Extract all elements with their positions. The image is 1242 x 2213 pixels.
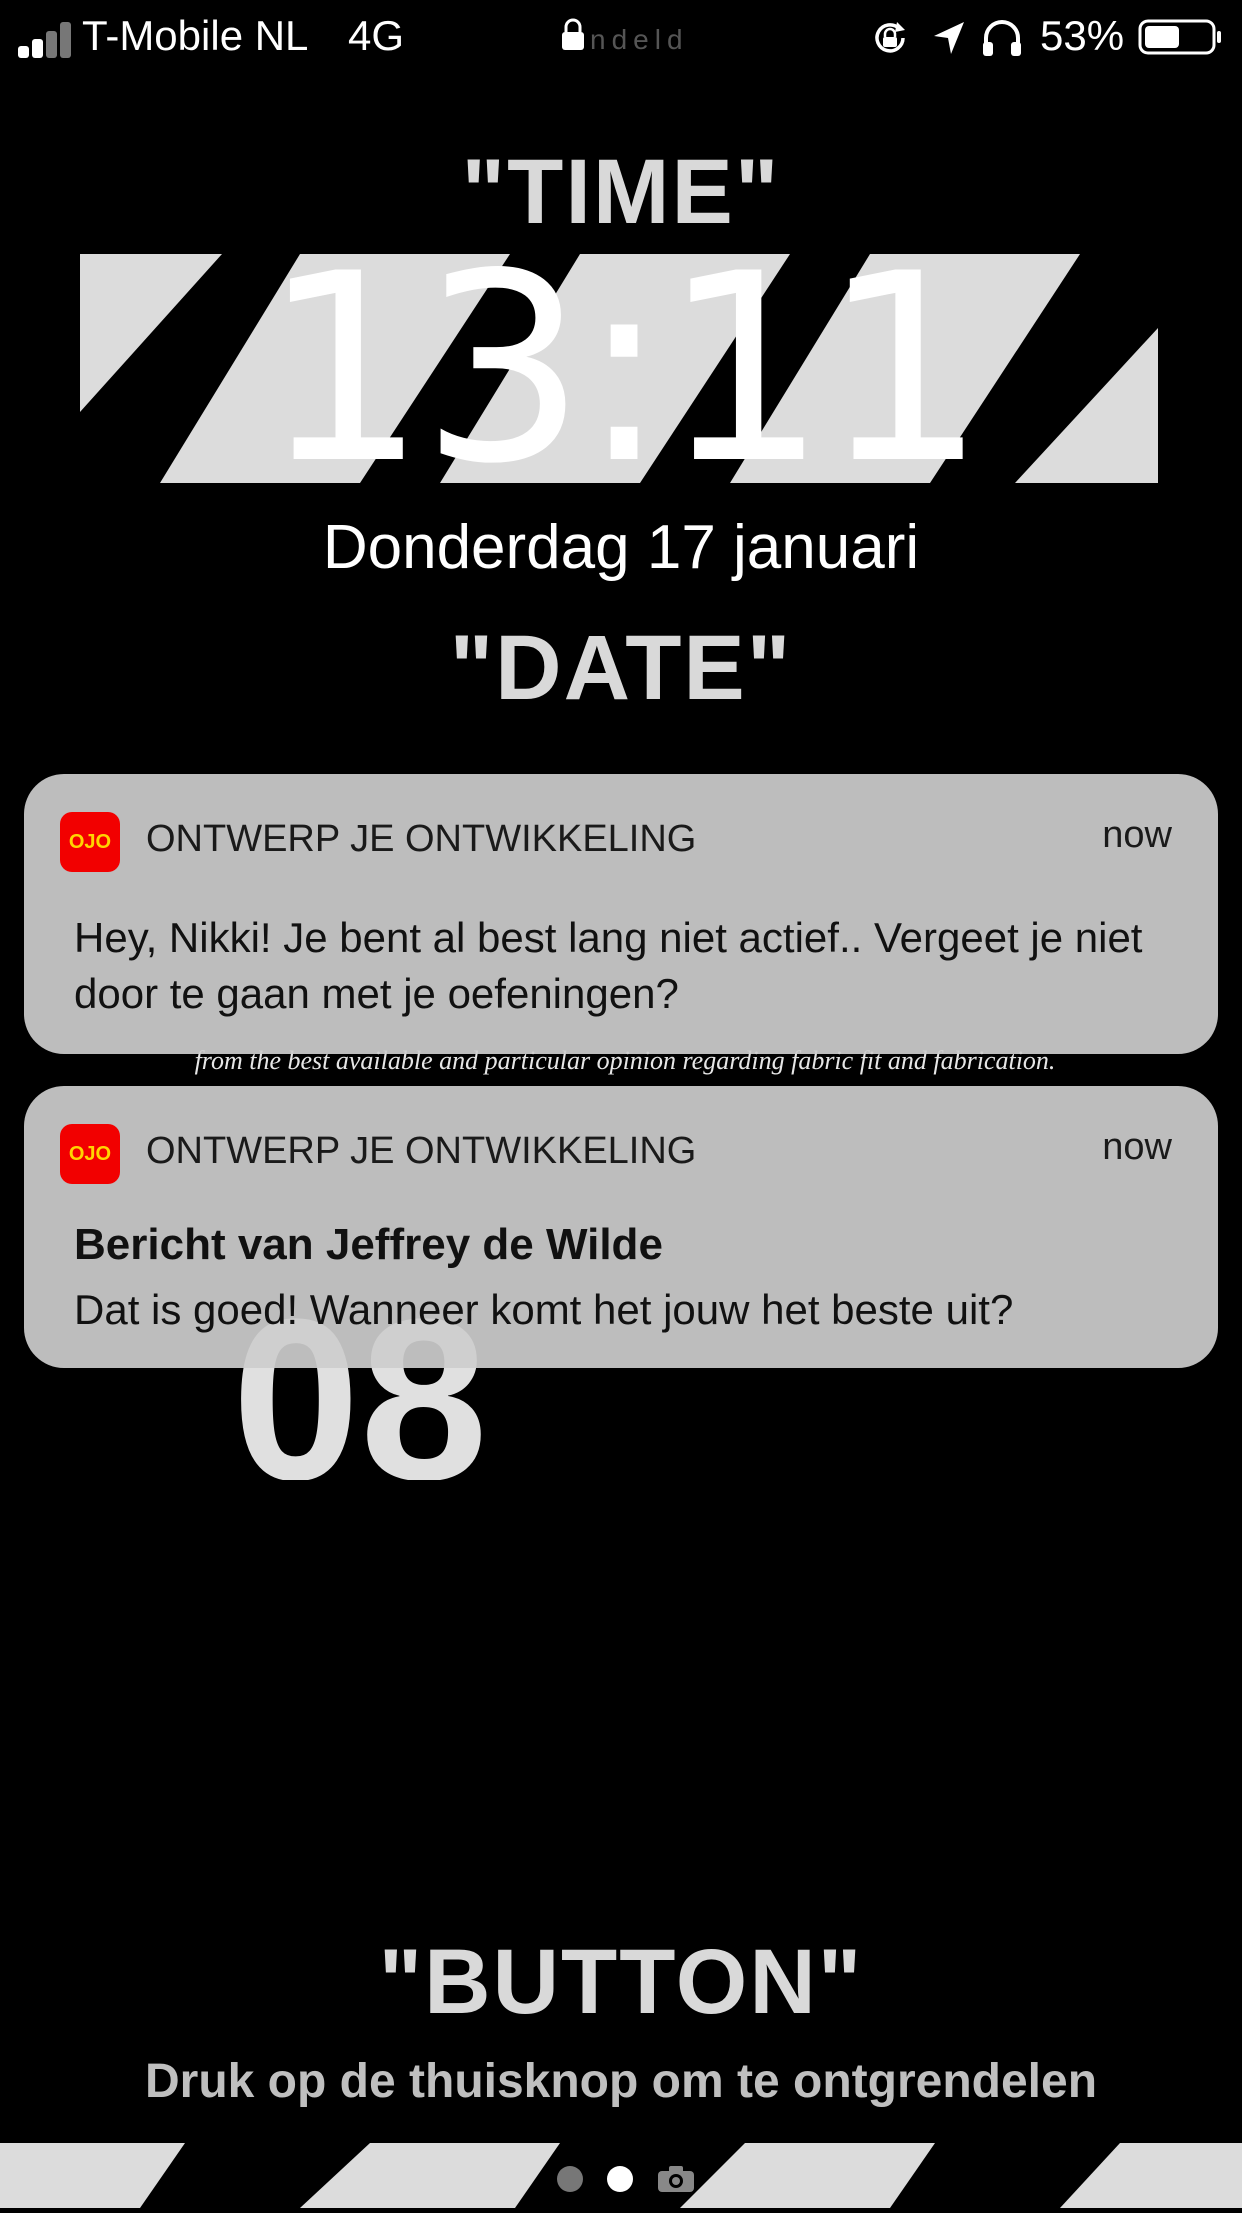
page-indicator <box>0 2160 1242 2196</box>
status-bar: T-Mobile NL 4G ndeld 53% <box>0 0 1242 72</box>
page-dot[interactable] <box>557 2166 583 2192</box>
lock-icon <box>562 18 584 50</box>
app-icon: OJO <box>60 812 120 872</box>
unlock-hint: Druk op de thuisknop om te ontgrendelen <box>144 2055 1098 2108</box>
notification-card[interactable]: OJO ONTWERP JE ONTWIKKELING now Bericht … <box>24 1086 1218 1368</box>
lockscreen-date: Donderdag 17 januari <box>322 513 920 582</box>
battery-percentage: 53% <box>1040 12 1125 59</box>
notification-time: now <box>1102 814 1172 856</box>
battery-icon <box>1138 19 1221 55</box>
app-icon: OJO <box>60 1124 120 1184</box>
lockscreen-time: 13:11 <box>261 219 986 521</box>
page-dot-active[interactable] <box>607 2166 633 2192</box>
notification-title: Bericht van Jeffrey de Wilde <box>74 1220 663 1269</box>
network-type: 4G <box>348 12 405 59</box>
camera-icon[interactable] <box>656 2164 696 2194</box>
notification-body: Dat is goed! Wanneer komt het jouw het b… <box>74 1286 1014 1333</box>
location-arrow-icon <box>934 22 964 54</box>
signal-strength-icon <box>18 22 74 58</box>
lock-status: ndeld <box>560 18 690 58</box>
notification-time: now <box>1102 1126 1172 1168</box>
rotation-lock-icon <box>875 22 905 53</box>
wallpaper-date-label: "DATE" <box>449 617 793 719</box>
notification-app-name: ONTWERP JE ONTWIKKELING <box>146 1130 697 1172</box>
notification-card[interactable]: OJO ONTWERP JE ONTWIKKELING now Hey, Nik… <box>24 774 1218 1054</box>
notification-app-name: ONTWERP JE ONTWIKKELING <box>146 818 697 860</box>
notification-body: Hey, Nikki! Je bent al best lang niet ac… <box>74 914 1143 1017</box>
wallpaper-button-label: "BUTTON" <box>378 1931 864 2033</box>
headphones-icon <box>983 20 1021 56</box>
lock-status-text: ndeld <box>590 24 689 55</box>
carrier-name: T-Mobile NL <box>82 12 309 59</box>
